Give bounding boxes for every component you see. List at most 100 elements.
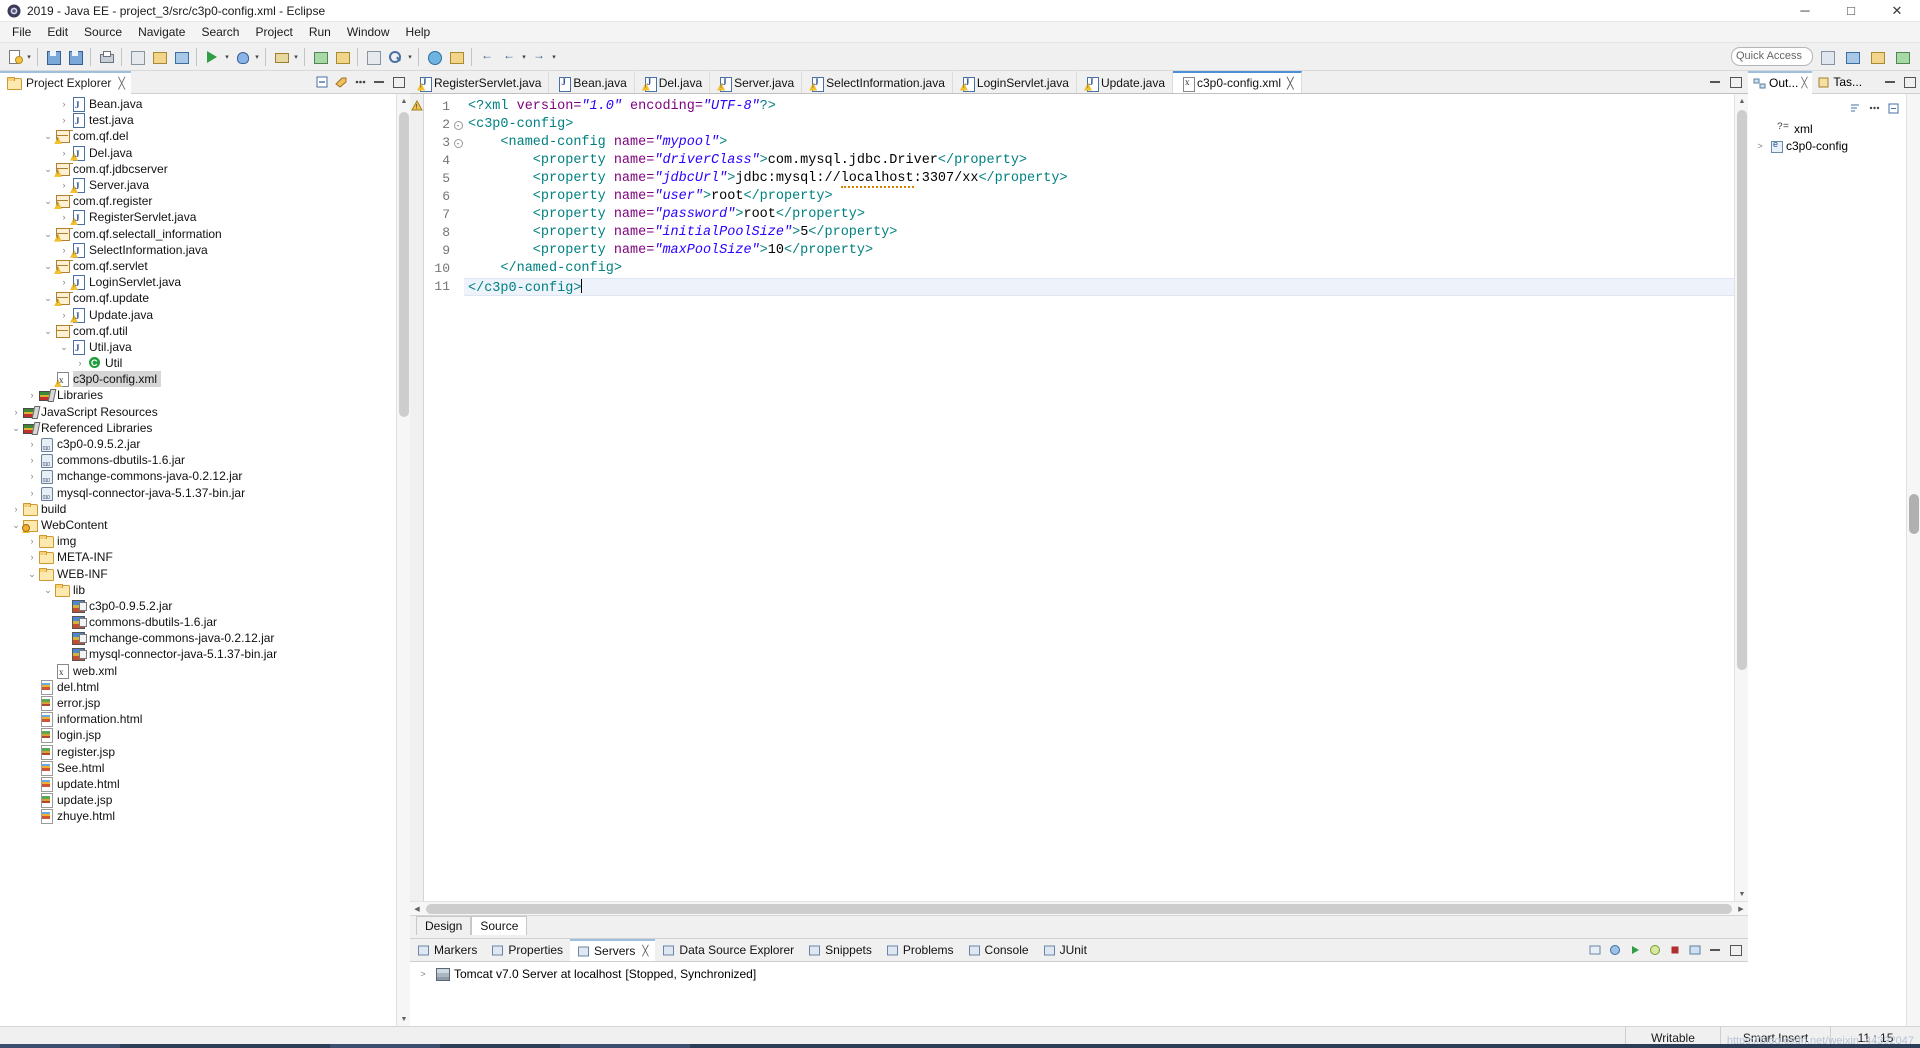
save-button[interactable] (42, 46, 64, 68)
code-line[interactable]: <property name="jdbcUrl">jdbc:mysql://lo… (464, 170, 1734, 188)
tab-design[interactable]: Design (416, 916, 472, 935)
collapse-icon[interactable] (1885, 100, 1902, 117)
tree-item[interactable]: › mchange-commons-java-0.2.12.jar (0, 468, 396, 489)
collapse-twisty-icon[interactable]: ⌄ (42, 582, 54, 598)
collapse-twisty-icon[interactable]: ⌄ (42, 290, 54, 306)
tree-item[interactable]: c3p0-config.xml (0, 371, 396, 388)
servers-view-content[interactable]: > Tomcat v7.0 Server at localhost [Stopp… (410, 962, 1748, 1026)
new-class-button[interactable] (170, 46, 192, 68)
tree-item[interactable]: login.jsp (0, 727, 396, 744)
tree-item[interactable]: ⌄ com.qf.update (0, 290, 396, 307)
perspective-web-button[interactable] (1891, 46, 1913, 68)
scrollbar-thumb[interactable] (426, 904, 1732, 914)
scroll-up-icon[interactable]: ▲ (397, 94, 411, 108)
back-dropdown[interactable]: ▾ (520, 46, 528, 68)
expand-twisty-icon[interactable]: › (10, 501, 22, 517)
view-menu-icon[interactable] (351, 74, 368, 91)
editor-vertical-scrollbar[interactable]: ▲ ▼ (1734, 94, 1748, 901)
tree-item[interactable]: c3p0-0.9.5.2.jar (0, 598, 396, 614)
scroll-right-icon[interactable]: ▶ (1734, 902, 1748, 916)
tree-item[interactable]: mysql-connector-java-5.1.37-bin.jar (0, 646, 396, 662)
editor-horizontal-scrollbar[interactable]: ◀ ▶ (410, 901, 1748, 915)
tree-item[interactable]: ⌄ com.qf.servlet (0, 258, 396, 274)
outline-row-c3p0-config[interactable]: > c3p0-config (1748, 137, 1906, 154)
scroll-down-icon[interactable]: ▼ (397, 1012, 411, 1026)
close-button[interactable]: ✕ (1874, 0, 1920, 22)
tree-item[interactable]: ⌄ Referenced Libraries (0, 420, 396, 436)
debug-dropdown[interactable]: ▾ (253, 46, 261, 68)
debug-button[interactable] (231, 46, 253, 68)
run-dropdown[interactable]: ▾ (223, 46, 231, 68)
tab-tasks[interactable]: Tas... (1812, 71, 1867, 94)
tree-item[interactable]: › build (0, 501, 396, 517)
expand-twisty-icon[interactable]: > (416, 969, 430, 979)
tree-item[interactable]: ⌄ lib (0, 582, 396, 598)
tab-source[interactable]: Source (471, 916, 528, 935)
tree-item[interactable]: ⌄ WebContent (0, 517, 396, 533)
new-wizard-button[interactable] (3, 46, 25, 68)
minimize-button[interactable]: ─ (1782, 0, 1828, 22)
fold-toggle-icon[interactable]: - (452, 116, 464, 134)
tree-item[interactable]: information.html (0, 711, 396, 728)
bottom-tab-console[interactable]: Console (961, 939, 1036, 961)
tree-item[interactable]: › Bean.java (0, 96, 396, 113)
tree-item[interactable]: web.xml (0, 663, 396, 680)
editor-tab[interactable]: Del.java (634, 71, 711, 93)
expand-twisty-icon[interactable]: > (1754, 141, 1766, 151)
scrollbar-thumb[interactable] (399, 112, 409, 417)
minimize-icon[interactable] (1706, 74, 1723, 91)
collapse-all-icon[interactable] (313, 74, 330, 91)
servers-filter-icon[interactable] (1586, 942, 1603, 959)
minimize-icon[interactable] (1706, 942, 1723, 959)
outline-row-xml-declaration[interactable]: xml (1748, 120, 1906, 137)
new-package-button[interactable] (148, 46, 170, 68)
warning-marker-icon[interactable]: ! (411, 99, 423, 112)
fold-toggle-icon[interactable]: - (452, 134, 464, 152)
editor-tab[interactable]: Update.java (1076, 71, 1173, 93)
tree-item[interactable]: › commons-dbutils-1.6.jar (0, 452, 396, 473)
tree-item[interactable]: › Util (0, 355, 396, 371)
collapse-twisty-icon[interactable]: ⌄ (42, 161, 54, 177)
tree-item[interactable]: › Libraries (0, 387, 396, 403)
outline-tree[interactable]: xml > c3p0-config (1748, 94, 1906, 1026)
tab-project-explorer[interactable]: Project Explorer ╳ (0, 70, 131, 94)
tree-item[interactable]: › RegisterServlet.java (0, 209, 396, 226)
outline-scrollbar[interactable] (1906, 94, 1920, 1026)
bottom-tab-properties[interactable]: Properties (484, 939, 570, 961)
collapse-twisty-icon[interactable]: ⌄ (42, 258, 54, 274)
tree-item[interactable]: › c3p0-0.9.5.2.jar (0, 436, 396, 457)
open-type-button[interactable] (362, 46, 384, 68)
tree-item[interactable]: › Update.java (0, 306, 396, 324)
minimize-icon[interactable] (370, 74, 387, 91)
collapse-twisty-icon[interactable]: ⌄ (10, 517, 22, 533)
editor-tab[interactable]: c3p0-config.xml ╳ (1173, 71, 1302, 93)
code-line[interactable]: <property name="user">root</property> (464, 188, 1734, 206)
tree-item[interactable]: › LoginServlet.java (0, 274, 396, 291)
expand-twisty-icon[interactable]: › (26, 387, 38, 403)
editor-tab[interactable]: RegisterServlet.java (410, 71, 550, 93)
expand-twisty-icon[interactable]: › (26, 549, 38, 565)
scroll-down-icon[interactable]: ▼ (1735, 887, 1749, 901)
bottom-tab-snippets[interactable]: Snippets (801, 939, 879, 961)
tree-item[interactable]: › test.java (0, 112, 396, 129)
expand-twisty-icon[interactable]: › (58, 274, 70, 290)
expand-twisty-icon[interactable]: › (26, 452, 38, 468)
code-line[interactable]: <property name="driverClass">com.mysql.j… (464, 152, 1734, 170)
code-line[interactable]: </named-config> (464, 260, 1734, 278)
code-line[interactable]: <?xml version="1.0" encoding="UTF-8"?> (464, 98, 1734, 116)
collapse-twisty-icon[interactable]: ⌄ (58, 339, 70, 355)
perspective-javaee-button[interactable] (1841, 46, 1863, 68)
tree-item[interactable]: See.html (0, 760, 396, 776)
tree-item[interactable]: zhuye.html (0, 808, 396, 825)
menu-search[interactable]: Search (193, 23, 247, 41)
menu-window[interactable]: Window (339, 23, 398, 41)
expand-twisty-icon[interactable]: › (58, 242, 70, 258)
tree-item[interactable]: › META-INF (0, 549, 396, 565)
code-line[interactable]: <property name="password">root</property… (464, 206, 1734, 224)
tree-item[interactable]: ⌄ com.qf.register (0, 193, 396, 210)
editor-tab[interactable]: Bean.java (549, 71, 635, 93)
tree-item[interactable]: › JavaScript Resources (0, 404, 396, 420)
scroll-up-icon[interactable]: ▲ (1735, 94, 1749, 108)
save-all-button[interactable] (64, 46, 86, 68)
maximize-icon[interactable] (389, 74, 406, 91)
